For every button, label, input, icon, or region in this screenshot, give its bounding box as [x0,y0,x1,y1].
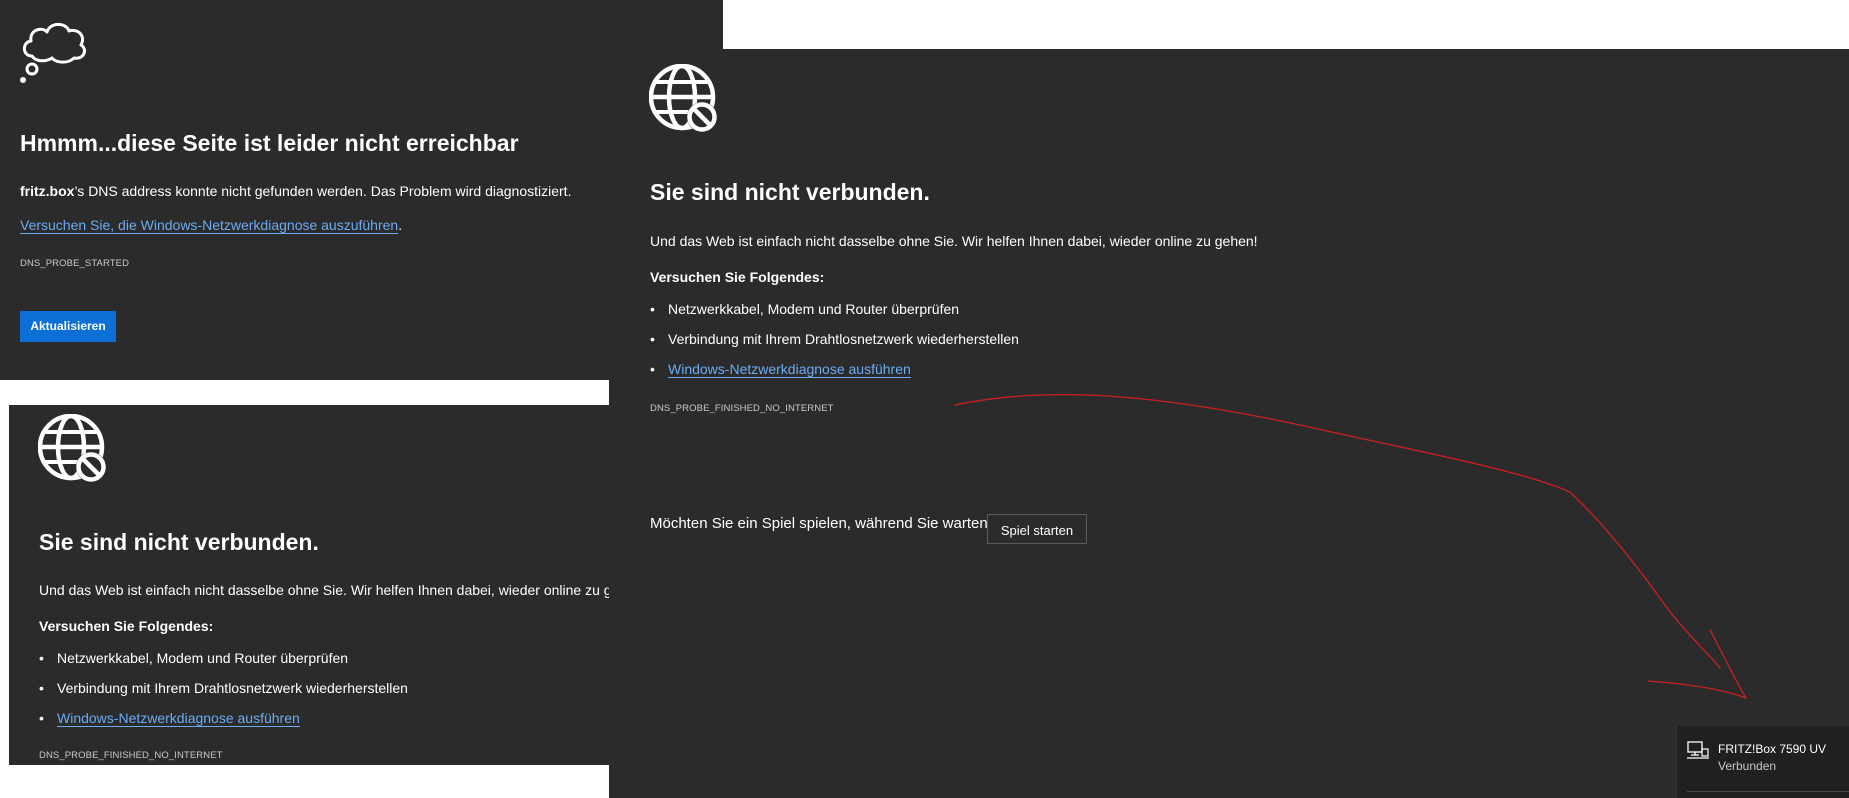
page-title: Hmmm...diese Seite ist leider nicht erre… [20,130,519,156]
offline-page-panel-right: Sie sind nicht verbunden. Und das Web is… [609,49,1849,798]
divider [1687,791,1849,792]
network-name[interactable]: FRITZ!Box 7590 UV [1718,742,1826,756]
offline-page-panel-left: Sie sind nicht verbunden. Und das Web is… [9,405,621,765]
dns-error-message: fritz.box’s DNS address konnte nicht gef… [20,183,571,199]
globe-blocked-icon [37,413,110,491]
list-item: Netzwerkkabel, Modem und Router überprüf… [39,650,348,666]
refresh-button[interactable]: Aktualisieren [20,311,116,342]
list-item: Netzwerkkabel, Modem und Router überprüf… [650,301,959,317]
game-prompt: Möchten Sie ein Spiel spielen, während S… [650,515,997,532]
network-flyout: FRITZ!Box 7590 UV Verbunden [1676,726,1849,798]
try-heading: Versuchen Sie Folgendes: [39,618,214,634]
thought-bubble-icon [18,14,90,91]
list-item: Verbindung mit Ihrem Drahtlosnetzwerk wi… [650,331,1019,347]
list-item: Windows-Netzwerkdiagnose ausführen [39,710,300,727]
diagnose-link[interactable]: Versuchen Sie, die Windows-Netzwerkdiagn… [20,217,399,234]
offline-message: Und das Web ist einfach nicht dasselbe o… [650,233,1258,249]
diagnose-link[interactable]: Windows-Netzwerkdiagnose ausführen [57,710,300,727]
error-code: DNS_PROBE_STARTED [20,258,130,269]
wired-network-icon [1686,740,1710,765]
network-status: Verbunden [1718,759,1777,773]
diagnose-line: Versuchen Sie, die Windows-Netzwerkdiagn… [20,217,403,234]
try-heading: Versuchen Sie Folgendes: [650,269,825,285]
page-title: Sie sind nicht verbunden. [39,529,319,555]
page-title: Sie sind nicht verbunden. [650,179,930,205]
error-code: DNS_PROBE_FINISHED_NO_INTERNET [39,750,223,761]
offline-message: Und das Web ist einfach nicht dasselbe o… [39,582,621,598]
dns-host: fritz.box [20,183,75,199]
start-game-button[interactable]: Spiel starten [987,514,1087,544]
diagnose-period: . [398,217,403,233]
list-item: Verbindung mit Ihrem Drahtlosnetzwerk wi… [39,680,408,696]
list-item: Windows-Netzwerkdiagnose ausführen [650,361,911,378]
diagnose-link[interactable]: Windows-Netzwerkdiagnose ausführen [668,361,911,378]
error-code: DNS_PROBE_FINISHED_NO_INTERNET [650,403,834,414]
globe-blocked-icon [648,63,721,141]
dns-message-text: ’s DNS address konnte nicht gefunden wer… [74,183,572,199]
